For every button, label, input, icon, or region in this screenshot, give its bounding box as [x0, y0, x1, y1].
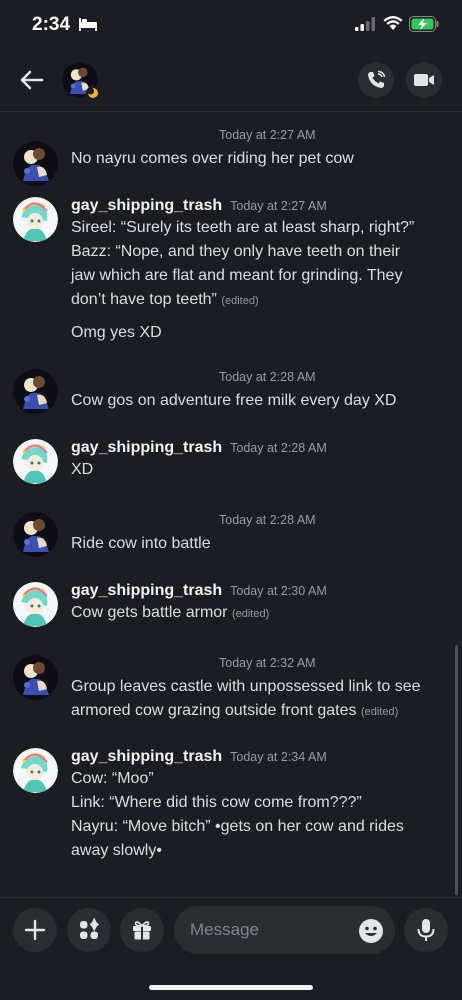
- gift-button[interactable]: [120, 908, 164, 952]
- message-line: Bazz: “Nope, and they only have teeth on…: [71, 243, 401, 260]
- message-text: Cow gets battle armor (edited): [71, 601, 451, 626]
- home-indicator[interactable]: [149, 985, 313, 990]
- idle-moon-icon: [86, 86, 100, 100]
- message-timestamp: Today at 2:32 AM: [219, 656, 316, 670]
- avatar[interactable]: [13, 582, 58, 627]
- message-timestamp: Today at 2:27 AM: [230, 199, 327, 213]
- phone-call-icon: [368, 70, 386, 88]
- message-line: Cow: “Moo”: [71, 770, 154, 787]
- message-timestamp: Today at 2:30 AM: [230, 584, 327, 598]
- status-time: 2:34: [32, 14, 71, 35]
- message-text: Cow: “Moo” Link: “Where did this cow com…: [71, 767, 451, 863]
- message-timestamp: Today at 2:28 AM: [219, 370, 316, 384]
- avatar[interactable]: [13, 439, 58, 484]
- username[interactable]: gay_shipping_trash: [71, 582, 222, 600]
- dm-header: [0, 50, 462, 112]
- message-line: armored cow grazing outside front gates: [71, 702, 357, 719]
- edited-label: (edited): [221, 295, 259, 307]
- message-line: Nayru: “Move bitch” •gets on her cow and…: [71, 818, 404, 835]
- avatar[interactable]: [13, 197, 58, 242]
- dm-user-avatar[interactable]: [62, 62, 100, 100]
- avatar[interactable]: [13, 369, 58, 414]
- message-input-placeholder: Message: [190, 920, 259, 939]
- emoji-icon[interactable]: [358, 918, 384, 944]
- microphone-icon: [417, 919, 435, 941]
- message-text: Sireel: “Surely its teeth are at least s…: [71, 216, 451, 345]
- message-text: Cow gos on adventure free milk every day…: [71, 392, 397, 409]
- message-line: away slowly•: [71, 842, 162, 859]
- username[interactable]: gay_shipping_trash: [71, 197, 222, 215]
- message-line: don’t have top teeth”: [71, 291, 217, 308]
- edited-label: (edited): [360, 706, 399, 718]
- message-text: XD: [71, 461, 94, 478]
- message-timestamp: Today at 2:28 AM: [219, 513, 316, 527]
- battery-charging-icon: [409, 16, 439, 32]
- message-timestamp: Today at 2:28 AM: [230, 441, 327, 455]
- avatar[interactable]: [13, 655, 58, 700]
- avatar[interactable]: [13, 141, 58, 186]
- status-bar: 2:34: [0, 0, 462, 50]
- message-line: Sireel: “Surely its teeth are at least s…: [71, 219, 415, 236]
- message-text: No nayru comes over riding her pet cow: [71, 150, 354, 167]
- apps-button[interactable]: [67, 908, 111, 952]
- message-line: Group leaves castle with unpossessed lin…: [71, 678, 421, 695]
- message-timestamp: Today at 2:27 AM: [219, 128, 316, 142]
- apps-icon: [80, 918, 99, 939]
- cellular-signal-icon: [355, 17, 375, 31]
- avatar[interactable]: [13, 748, 58, 793]
- message-line: jaw which are flat and meant for grindin…: [71, 267, 403, 284]
- message-list[interactable]: Today at 2:27 AM No nayru comes over rid…: [0, 113, 462, 897]
- video-camera-icon: [414, 74, 434, 86]
- video-call-button[interactable]: [406, 62, 442, 98]
- message-timestamp: Today at 2:34 AM: [230, 750, 327, 764]
- message-text: Ride cow into battle: [71, 535, 211, 552]
- add-attachment-button[interactable]: [13, 908, 57, 952]
- edited-label: (edited): [231, 608, 270, 620]
- voice-message-button[interactable]: [404, 908, 448, 952]
- wifi-icon: [383, 16, 403, 30]
- gift-icon: [133, 921, 151, 940]
- voice-call-button[interactable]: [358, 62, 394, 98]
- avatar[interactable]: [13, 512, 58, 557]
- username[interactable]: gay_shipping_trash: [71, 748, 222, 766]
- sleep-focus-icon: [79, 18, 97, 31]
- message-line: Link: “Where did this cow come from???”: [71, 794, 362, 811]
- username[interactable]: gay_shipping_trash: [71, 439, 222, 457]
- message-text: Group leaves castle with unpossessed lin…: [71, 675, 451, 724]
- back-arrow-icon[interactable]: [18, 66, 46, 94]
- message-line: Omg yes XD: [71, 324, 162, 341]
- scrollbar[interactable]: [455, 645, 458, 895]
- plus-icon: [24, 919, 46, 941]
- message-line: Cow gets battle armor: [71, 604, 228, 621]
